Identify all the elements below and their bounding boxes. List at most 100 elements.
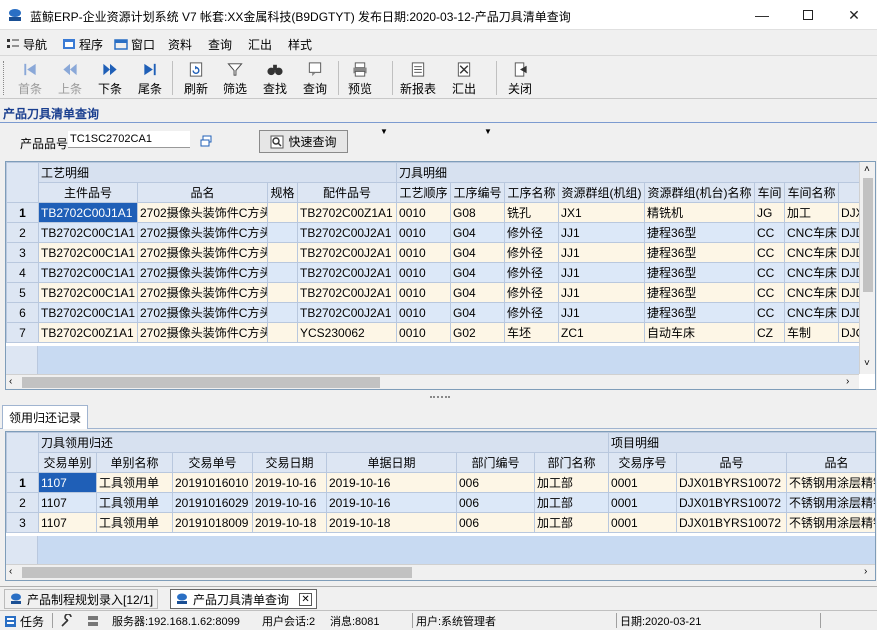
column-header[interactable]: 资源群组(机台)名称 [644, 182, 756, 203]
table-cell[interactable]: TB2702C00C1A1 [38, 282, 138, 303]
table-cell[interactable]: 加工部 [533, 492, 610, 513]
column-header[interactable]: 配件品号 [296, 182, 398, 203]
table-cell[interactable]: 0010 [396, 262, 452, 283]
table-cell[interactable]: 2702摄像头装饰件C方头 [137, 322, 268, 343]
table-cell[interactable]: CNC车床 [784, 222, 840, 243]
next-record-button[interactable]: 下条 [94, 59, 126, 97]
vertical-scroll-thumb[interactable] [863, 178, 873, 292]
top-grid-vertical-scrollbar[interactable]: ˄ ˅ [859, 162, 875, 374]
menu-navigation[interactable]: 导航 [6, 35, 47, 53]
table-cell[interactable]: 修外径 [504, 302, 560, 323]
table-cell[interactable]: 铣孔 [504, 202, 560, 223]
last-record-button[interactable]: 尾条 [134, 59, 166, 97]
table-cell[interactable]: 2702摄像头装饰件C方头 [137, 282, 268, 303]
row-number[interactable]: 3 [6, 512, 39, 533]
window-tab-process-planning[interactable]: 产品制程规划录入[12/1] [4, 589, 159, 609]
column-header[interactable]: 交易单号 [172, 452, 253, 473]
table-cell[interactable]: YCS230062 [296, 322, 398, 343]
table-cell[interactable]: G04 [450, 242, 506, 263]
table-cell[interactable]: CNC车床 [784, 262, 840, 283]
close-tab-icon[interactable]: ✕ [299, 592, 313, 606]
table-cell[interactable]: CC [754, 302, 786, 323]
table-cell[interactable]: DJX01BYRS10072 [676, 492, 788, 513]
column-header[interactable]: 部门编号 [456, 452, 535, 473]
table-cell[interactable]: CNC车床 [784, 242, 840, 263]
table-cell[interactable]: 不锈钢用涂层精铣刀 [786, 492, 875, 513]
table-row[interactable]: 6 TB2702C00C1A1 2702摄像头装饰件C方头 TB2702C00J2A1… [6, 302, 875, 323]
row-number[interactable]: 1 [6, 472, 39, 493]
column-header[interactable]: 部门名称 [533, 452, 610, 473]
table-cell[interactable]: 修外径 [504, 262, 560, 283]
table-row[interactable]: 7 TB2702C00Z1A1 2702摄像头装饰件C方头 YCS230062 0010… [6, 322, 875, 343]
table-cell[interactable]: JJ1 [558, 222, 646, 243]
table-cell[interactable]: 修外径 [504, 282, 560, 303]
column-header[interactable]: 交易日期 [252, 452, 327, 473]
table-cell[interactable]: 0010 [396, 322, 452, 343]
table-cell[interactable]: 2702摄像头装饰件C方头 [137, 242, 268, 263]
table-cell[interactable] [267, 242, 298, 263]
table-cell[interactable]: TB2702C00Z1A1 [38, 322, 138, 343]
table-cell[interactable]: TB2702C00C1A1 [38, 242, 138, 263]
preview-button[interactable]: 预览 [344, 59, 376, 97]
table-cell[interactable] [267, 262, 298, 283]
column-header[interactable]: 工艺顺序 [396, 182, 452, 203]
table-cell[interactable]: DJX01BYRS10072 [676, 472, 788, 493]
export-button[interactable]: 汇出 [448, 59, 480, 97]
table-cell[interactable]: G04 [450, 262, 506, 283]
tasks-button[interactable]: 任务 [4, 613, 44, 629]
table-cell[interactable]: 0010 [396, 222, 452, 243]
table-cell[interactable]: 工具领用单 [96, 512, 173, 533]
table-cell[interactable]: 0010 [396, 302, 452, 323]
row-number[interactable]: 2 [6, 222, 39, 243]
table-cell[interactable]: G04 [450, 302, 506, 323]
row-number[interactable]: 6 [6, 302, 39, 323]
table-row[interactable]: 4 TB2702C00C1A1 2702摄像头装饰件C方头 TB2702C00J2A1… [6, 262, 875, 283]
table-cell[interactable]: 修外径 [504, 242, 560, 263]
lookup-window-icon[interactable] [200, 135, 212, 147]
table-cell[interactable] [267, 282, 298, 303]
table-cell[interactable]: JJ1 [558, 302, 646, 323]
row-number[interactable]: 2 [6, 492, 39, 513]
table-cell[interactable]: 车坯 [504, 322, 560, 343]
table-cell[interactable]: 006 [456, 492, 535, 513]
scroll-left-icon[interactable]: ‹ [9, 566, 12, 577]
column-header[interactable]: 工序名称 [504, 182, 560, 203]
table-cell[interactable]: 车制 [784, 322, 840, 343]
preview-dropdown-icon[interactable]: ▼ [380, 127, 388, 136]
table-cell[interactable] [267, 202, 298, 223]
table-cell[interactable]: 1107 [38, 492, 97, 513]
table-cell[interactable]: G04 [450, 222, 506, 243]
splitter-grip[interactable] [430, 396, 450, 398]
table-cell[interactable]: CNC车床 [784, 302, 840, 323]
bottom-grid-horizontal-scrollbar[interactable]: ‹ › [6, 564, 875, 580]
table-cell[interactable]: 2019-10-16 [252, 492, 327, 513]
table-cell[interactable]: TB2702C00J2A1 [296, 242, 398, 263]
close-button[interactable]: 关闭 [504, 59, 536, 97]
row-number[interactable]: 7 [6, 322, 39, 343]
scroll-left-icon[interactable]: ‹ [9, 376, 12, 387]
tool-icon[interactable] [60, 614, 74, 628]
column-header[interactable]: 车间 [754, 182, 786, 203]
new-report-button[interactable]: 新报表 [398, 59, 438, 97]
filter-button[interactable]: 筛选 [219, 59, 251, 97]
tab-borrow-return-records[interactable]: 领用归还记录 [2, 405, 89, 429]
menu-data[interactable]: 资料 [168, 35, 192, 53]
table-cell[interactable]: CC [754, 222, 786, 243]
table-cell[interactable]: CC [754, 242, 786, 263]
table-row[interactable]: 3 TB2702C00C1A1 2702摄像头装饰件C方头 TB2702C00J2A1… [6, 242, 875, 263]
menu-program[interactable]: 程序 [62, 35, 103, 53]
table-cell[interactable]: 2702摄像头装饰件C方头 [137, 302, 268, 323]
table-cell[interactable]: CC [754, 282, 786, 303]
table-row[interactable]: 3 1107 工具领用单 20191018009 2019-10-18 2019-10-1… [6, 512, 875, 533]
table-cell[interactable]: TB2702C00J2A1 [296, 302, 398, 323]
table-cell[interactable]: 0001 [608, 512, 678, 533]
table-cell[interactable]: 2702摄像头装饰件C方头 [137, 222, 268, 243]
column-header[interactable]: 单别名称 [96, 452, 173, 473]
table-cell[interactable]: 20191016010 [172, 472, 253, 493]
column-header[interactable]: 单据日期 [326, 452, 457, 473]
table-cell[interactable]: 0010 [396, 202, 452, 223]
row-number[interactable]: 4 [6, 262, 39, 283]
first-record-button[interactable]: 首条 [14, 59, 46, 97]
table-cell[interactable]: 006 [456, 512, 535, 533]
column-header[interactable]: 品名 [137, 182, 268, 203]
